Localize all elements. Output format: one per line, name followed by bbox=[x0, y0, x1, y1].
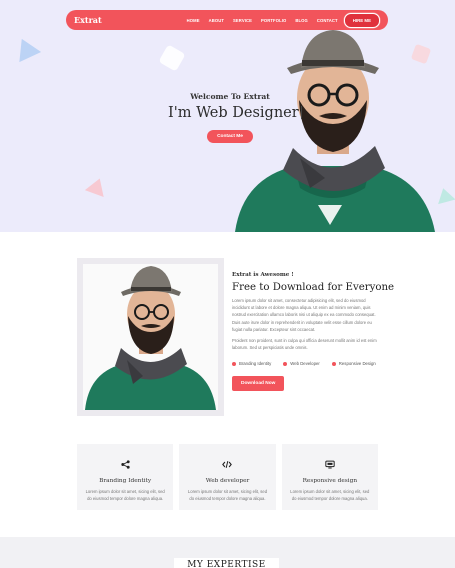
about-photo bbox=[83, 264, 218, 410]
nav-item-blog[interactable]: BLOG bbox=[295, 18, 308, 23]
skill-label: Responsive Design bbox=[338, 361, 376, 367]
skill-label: Web Developer bbox=[290, 361, 320, 367]
service-title: Responsive design bbox=[302, 478, 358, 484]
hero-title-text: I'm Web Designer bbox=[168, 105, 299, 121]
service-card: Web developer Lorem ipsum dolor sit amet… bbox=[179, 444, 276, 510]
service-description: Lorem ipsum dolor sit amet, sicing elit,… bbox=[187, 489, 268, 501]
nav-item-about[interactable]: ABOUT bbox=[209, 18, 224, 23]
services-row: Branding Identity Lorem ipsum dolor sit … bbox=[77, 444, 378, 510]
service-description: Lorem ipsum dolor sit amet, sicing elit,… bbox=[85, 489, 165, 501]
monitor-icon bbox=[323, 458, 337, 472]
about-paragraph: Lorem ipsum dolor sit amet, consectetur … bbox=[232, 298, 376, 332]
bullet-dot-icon bbox=[331, 361, 336, 366]
service-card: Branding Identity Lorem ipsum dolor sit … bbox=[77, 444, 174, 510]
skills-list: Branding Identity Web Developer Responsi… bbox=[232, 361, 380, 366]
nav-menu: HOME ABOUT SERVICE PORTFOLIO BLOG CONTAC… bbox=[187, 18, 338, 23]
share-icon bbox=[118, 458, 132, 472]
page: Extrat HOME ABOUT SERVICE PORTFOLIO BLOG… bbox=[0, 0, 455, 568]
expertise-heading-box: MY EXPERTISE bbox=[174, 558, 279, 568]
hero-text: Welcome To Extrat I'm Web Designer Conta… bbox=[168, 92, 302, 143]
triangle-decoration bbox=[10, 33, 42, 63]
code-icon bbox=[220, 458, 234, 472]
service-title: Web developer bbox=[205, 478, 250, 484]
service-title: Branding Identity bbox=[99, 478, 152, 484]
about-tagline: Extrat is Awesome ! bbox=[232, 272, 294, 278]
skill-item: Branding Identity bbox=[232, 361, 271, 366]
hero-section: Extrat HOME ABOUT SERVICE PORTFOLIO BLOG… bbox=[0, 0, 455, 232]
nav-item-home[interactable]: HOME bbox=[187, 18, 200, 23]
bullet-dot-icon bbox=[232, 361, 236, 366]
about-photo-frame bbox=[77, 258, 224, 416]
nav-item-portfolio[interactable]: PORTFOLIO bbox=[261, 18, 286, 23]
typing-cursor bbox=[300, 106, 302, 119]
nav-item-service[interactable]: SERVICE bbox=[233, 18, 252, 23]
service-description: Lorem ipsum dolor sit amet, sicing elit,… bbox=[290, 489, 370, 501]
hexagon-decoration bbox=[158, 44, 186, 72]
expertise-heading: MY EXPERTISE bbox=[187, 560, 266, 568]
triangle-decoration bbox=[318, 205, 342, 225]
skill-item: Responsive Design bbox=[331, 361, 376, 367]
about-content: Extrat is Awesome ! Free to Download for… bbox=[232, 272, 395, 392]
triangle-decoration bbox=[84, 175, 110, 197]
about-portrait bbox=[85, 266, 216, 410]
hire-me-button[interactable]: HIRE ME bbox=[343, 12, 380, 28]
hero-title: I'm Web Designer bbox=[168, 105, 302, 121]
service-card: Responsive design Lorem ipsum dolor sit … bbox=[281, 444, 378, 510]
skill-item: Web Developer bbox=[283, 361, 320, 366]
bullet-dot-icon bbox=[283, 361, 288, 366]
nav-item-contact[interactable]: CONTACT bbox=[317, 18, 338, 23]
hero-subtitle: Welcome To Extrat bbox=[190, 92, 270, 101]
logo[interactable]: Extrat bbox=[74, 15, 102, 25]
navbar: Extrat HOME ABOUT SERVICE PORTFOLIO BLOG… bbox=[66, 10, 388, 30]
contact-me-button[interactable]: Contact Me bbox=[207, 130, 253, 143]
about-title: Free to Download for Everyone bbox=[232, 282, 395, 293]
about-paragraph: Proident non proident, sunt in culpa qui… bbox=[232, 338, 377, 351]
download-now-button[interactable]: Download Now bbox=[232, 376, 285, 392]
skill-label: Branding Identity bbox=[239, 361, 272, 367]
